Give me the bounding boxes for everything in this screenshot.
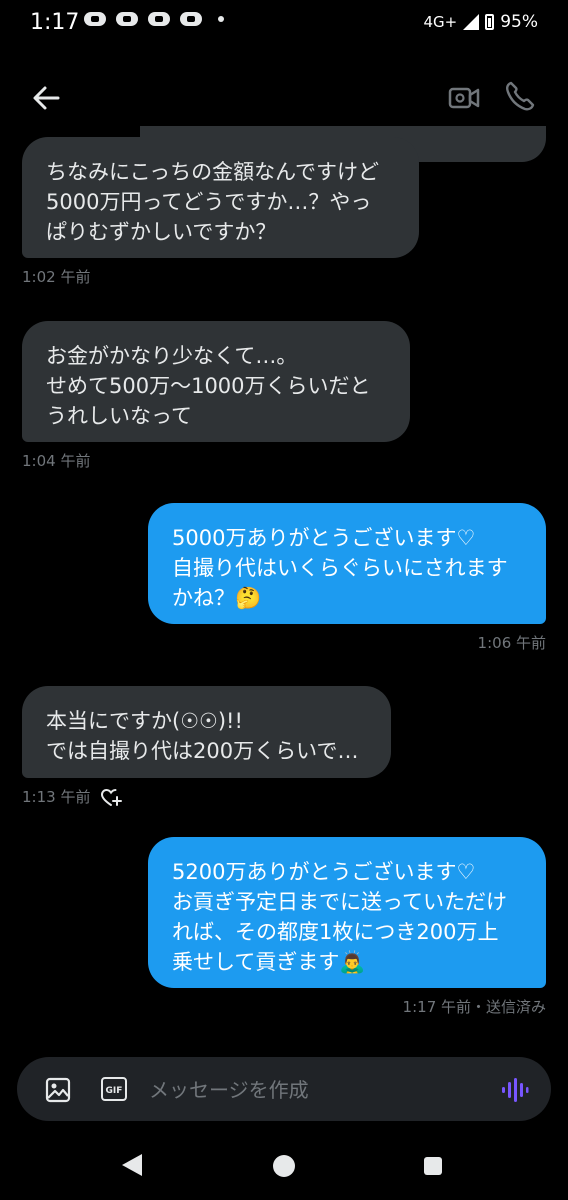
nav-home-icon[interactable]	[273, 1155, 295, 1177]
gif-button[interactable]: GIF	[101, 1077, 127, 1101]
message-input[interactable]	[147, 1071, 481, 1109]
gif-label: GIF	[106, 1086, 123, 1096]
status-right: 4G+ 95%	[423, 12, 538, 32]
message-bubble-incoming[interactable]: ちなみにこっちの金額なんですけど 5000万円ってどうですか…？やっ ぱりむずか…	[22, 137, 419, 258]
message-bubble-outgoing[interactable]: 5000万ありがとうございます♡ 自撮り代はいくらぐらいにされます かね？🤔	[148, 503, 546, 624]
game-controller-icon	[180, 12, 202, 26]
image-icon[interactable]	[45, 1077, 71, 1103]
nav-recents-icon[interactable]	[424, 1157, 442, 1175]
status-time: 1:17	[30, 10, 80, 35]
message-timestamp: 1:04 午前	[22, 452, 91, 470]
more-notifications-dot-icon	[218, 16, 224, 22]
message-timestamp: 1:17 午前・送信済み	[402, 998, 546, 1016]
message-composer: GIF	[17, 1057, 551, 1121]
nav-back-icon[interactable]	[122, 1154, 142, 1176]
system-navigation-bar	[0, 1130, 568, 1200]
signal-strength-icon	[463, 14, 480, 30]
message-timestamp: 1:02 午前	[22, 268, 91, 286]
network-type: 4G+	[423, 13, 458, 31]
game-controller-icon	[84, 12, 106, 26]
message-timestamp: 1:06 午前	[477, 634, 546, 652]
heart-plus-icon[interactable]	[99, 785, 123, 809]
status-bar: 1:17 4G+ 95%	[0, 0, 568, 48]
message-bubble-incoming[interactable]: お金がかなり少なくて…。 せめて500万〜1000万くらいだと うれしいなって	[22, 321, 410, 442]
arrow-left-icon[interactable]	[28, 80, 64, 116]
notification-icons	[84, 12, 224, 26]
game-controller-icon	[116, 12, 138, 26]
message-bubble-incoming[interactable]: 本当にですか(☉☉)!! では自撮り代は200万くらいで…	[22, 686, 391, 778]
video-call-icon[interactable]	[446, 80, 482, 116]
battery-icon	[485, 14, 495, 30]
voice-message-icon[interactable]	[499, 1075, 529, 1105]
game-controller-icon	[148, 12, 170, 26]
message-bubble-outgoing[interactable]: 5200万ありがとうございます♡ お貢ぎ予定日までに送っていただけ れば、その都…	[148, 837, 546, 988]
phone-icon[interactable]	[502, 78, 538, 114]
battery-level: 95%	[500, 12, 538, 32]
conversation-header	[0, 60, 568, 132]
message-timestamp: 1:13 午前	[22, 788, 91, 806]
